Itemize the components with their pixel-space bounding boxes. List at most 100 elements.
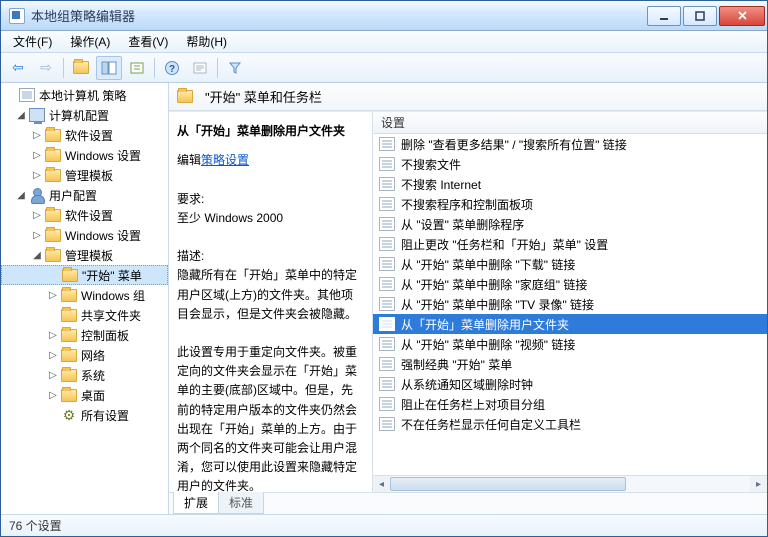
menu-action[interactable]: 操作(A) (62, 31, 118, 52)
tree-item[interactable]: ▷Windows 设置 (1, 145, 168, 165)
list-item[interactable]: 强制经典 "开始" 菜单 (373, 354, 767, 374)
policy-settings-link[interactable]: 策略设置 (201, 153, 249, 167)
description-p1: 隐藏所有在「开始」菜单中的特定用户区域(上方)的文件夹。其他项目会显示，但是文件… (177, 266, 364, 324)
scroll-right-arrow[interactable]: ▸ (750, 476, 767, 492)
toolbar: ⇦ ⇨ ? (1, 53, 767, 83)
list-item[interactable]: 删除 "查看更多结果" / "搜索所有位置" 链接 (373, 134, 767, 154)
tree-label: 共享文件夹 (81, 307, 141, 324)
list-item[interactable]: 从 "开始" 菜单中删除 "家庭组" 链接 (373, 274, 767, 294)
tree-admin-templates[interactable]: ◢管理模板 (1, 245, 168, 265)
tree-user-config[interactable]: ◢用户配置 (1, 185, 168, 205)
close-button[interactable] (719, 6, 765, 26)
list-item-label: 不搜索程序和控制面板项 (401, 196, 533, 213)
export-button[interactable] (124, 56, 150, 80)
scroll-thumb[interactable] (390, 477, 626, 491)
tree-label: 软件设置 (65, 127, 113, 144)
console-icon (19, 88, 35, 102)
policy-icon (379, 197, 395, 211)
list-item[interactable]: 从系统通知区域删除时钟 (373, 374, 767, 394)
tree-item[interactable]: ▷控制面板 (1, 325, 168, 345)
menu-help[interactable]: 帮助(H) (178, 31, 235, 52)
list-body[interactable]: 删除 "查看更多结果" / "搜索所有位置" 链接不搜索文件不搜索 Intern… (373, 134, 767, 475)
expand-icon[interactable]: ▷ (31, 229, 43, 241)
collapse-icon[interactable]: ◢ (31, 249, 43, 261)
tree-item[interactable]: ▷管理模板 (1, 165, 168, 185)
tree-all-settings[interactable]: ⚙所有设置 (1, 405, 168, 425)
tree-item[interactable]: ▷ 软件设置 (1, 125, 168, 145)
menu-view[interactable]: 查看(V) (120, 31, 176, 52)
main-panel: "开始" 菜单和任务栏 从「开始」菜单删除用户文件夹 编辑策略设置 要求: 至少… (169, 83, 767, 514)
view-tabs: 扩展 标准 (169, 492, 767, 514)
scroll-left-arrow[interactable]: ◂ (373, 476, 390, 492)
list-item[interactable]: 不搜索 Internet (373, 174, 767, 194)
toolbar-sep (63, 58, 64, 78)
tree-item[interactable]: 共享文件夹 (1, 305, 168, 325)
folder-icon (61, 349, 77, 362)
expand-icon[interactable]: ▷ (47, 389, 59, 401)
maximize-button[interactable] (683, 6, 717, 26)
expand-icon[interactable]: ▷ (47, 289, 59, 301)
menu-file[interactable]: 文件(F) (5, 31, 60, 52)
tree-item[interactable]: ▷软件设置 (1, 205, 168, 225)
up-button[interactable] (68, 56, 94, 80)
folder-icon (177, 90, 193, 103)
titlebar: 本地组策略编辑器 (1, 1, 767, 31)
requirements-label: 要求: (177, 190, 364, 209)
tree-item[interactable]: ▷Windows 设置 (1, 225, 168, 245)
list-item-label: 不在任务栏显示任何自定义工具栏 (401, 416, 581, 433)
tree-item[interactable]: ▷ 系统 (1, 365, 168, 385)
list-item[interactable]: 阻止更改 "任务栏和「开始」菜单" 设置 (373, 234, 767, 254)
expand-icon[interactable]: ▷ (47, 349, 59, 361)
list-item-label: 从 "开始" 菜单中删除 "视频" 链接 (401, 336, 575, 353)
folder-icon (61, 389, 77, 402)
folder-icon (61, 329, 77, 342)
expand-icon[interactable]: ▷ (31, 129, 43, 141)
tree-item[interactable]: ▷ Windows 组 (1, 285, 168, 305)
list-item-label: 从 "开始" 菜单中删除 "下载" 链接 (401, 256, 575, 273)
tree-root[interactable]: 本地计算机 策略 (1, 85, 168, 105)
tab-extended[interactable]: 扩展 (173, 492, 219, 514)
list-item[interactable]: 阻止在任务栏上对项目分组 (373, 394, 767, 414)
collapse-icon[interactable]: ◢ (15, 109, 27, 121)
list-item[interactable]: 不在任务栏显示任何自定义工具栏 (373, 414, 767, 434)
expand-icon[interactable]: ▷ (31, 169, 43, 181)
expand-icon[interactable]: ▷ (31, 209, 43, 221)
description-pane: 从「开始」菜单删除用户文件夹 编辑策略设置 要求: 至少 Windows 200… (169, 112, 373, 492)
list-item[interactable]: 不搜索文件 (373, 154, 767, 174)
filter-button[interactable] (222, 56, 248, 80)
horizontal-scrollbar[interactable]: ◂ ▸ (373, 475, 767, 492)
status-count: 76 个设置 (9, 517, 62, 534)
list-item[interactable]: 从 "开始" 菜单中删除 "TV 录像" 链接 (373, 294, 767, 314)
computer-icon (29, 108, 45, 122)
tree-label: Windows 组 (81, 287, 145, 304)
minimize-button[interactable] (647, 6, 681, 26)
list-column-header[interactable]: 设置 (373, 112, 767, 134)
window-title: 本地组策略编辑器 (31, 6, 647, 25)
list-item[interactable]: 不搜索程序和控制面板项 (373, 194, 767, 214)
properties-button[interactable] (187, 56, 213, 80)
tree-item[interactable]: ▷桌面 (1, 385, 168, 405)
list-item[interactable]: 从 "开始" 菜单中删除 "下载" 链接 (373, 254, 767, 274)
show-tree-button[interactable] (96, 56, 122, 80)
tree-computer-config[interactable]: ◢计算机配置 (1, 105, 168, 125)
toolbar-sep (154, 58, 155, 78)
user-icon (29, 187, 45, 203)
tree-item[interactable]: ▷网络 (1, 345, 168, 365)
list-item[interactable]: 从「开始」菜单删除用户文件夹 (373, 314, 767, 334)
help-button[interactable]: ? (159, 56, 185, 80)
settings-list: 设置 删除 "查看更多结果" / "搜索所有位置" 链接不搜索文件不搜索 Int… (373, 112, 767, 492)
nav-tree[interactable]: 本地计算机 策略 ◢计算机配置 ▷软件设置 ▷Windows 设置 ▷管理模板 … (1, 83, 169, 514)
list-item-label: 阻止更改 "任务栏和「开始」菜单" 设置 (401, 236, 608, 253)
list-item[interactable]: 从 "设置" 菜单删除程序 (373, 214, 767, 234)
tab-standard[interactable]: 标准 (218, 492, 264, 514)
expand-icon[interactable]: ▷ (47, 329, 59, 341)
nav-forward-button[interactable]: ⇨ (33, 56, 59, 80)
tree-label: 系统 (81, 367, 105, 384)
expand-icon[interactable]: ▷ (31, 149, 43, 161)
folder-icon (61, 369, 77, 382)
collapse-icon[interactable]: ◢ (15, 189, 27, 201)
expand-icon[interactable]: ▷ (47, 369, 59, 381)
list-item[interactable]: 从 "开始" 菜单中删除 "视频" 链接 (373, 334, 767, 354)
tree-start-menu[interactable]: "开始" 菜单 (1, 265, 168, 285)
nav-back-button[interactable]: ⇦ (5, 56, 31, 80)
